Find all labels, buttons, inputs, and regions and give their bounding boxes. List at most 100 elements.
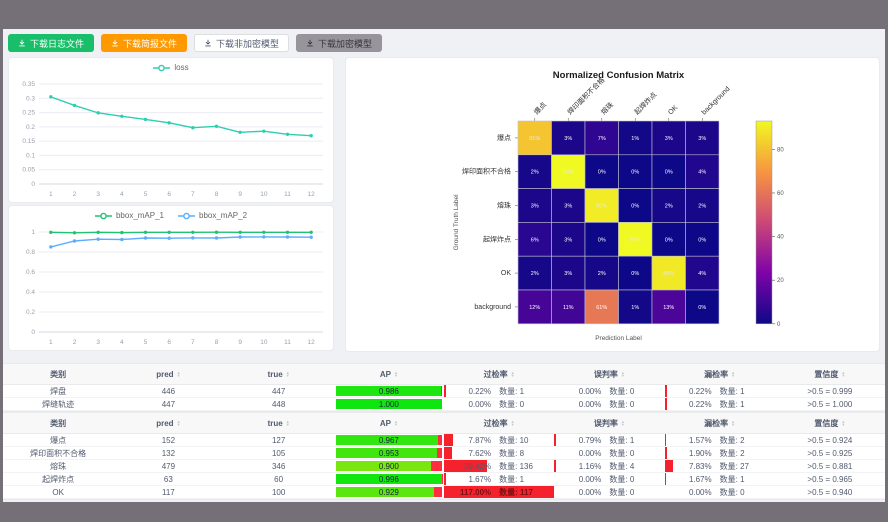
- rate-cell: 0.22%数量: 1: [665, 385, 775, 397]
- column-header-label: AP: [380, 370, 391, 379]
- data-point[interactable]: [191, 231, 194, 234]
- data-point[interactable]: [309, 134, 312, 137]
- colorbar: [756, 121, 772, 324]
- data-point[interactable]: [286, 235, 289, 238]
- matrix-cell-value: 0%: [698, 305, 706, 311]
- download-report-file-button[interactable]: 下载简报文件: [101, 34, 187, 52]
- data-point[interactable]: [96, 238, 99, 241]
- sort-caret-icon[interactable]: ▲▼: [177, 371, 181, 377]
- rate-count: 数量: 0: [720, 487, 760, 498]
- data-point[interactable]: [286, 133, 289, 136]
- data-point[interactable]: [309, 231, 312, 234]
- legend-item-loss[interactable]: loss: [153, 63, 188, 72]
- rate-percent: 1.67%: [459, 475, 491, 484]
- rate-percent: 1.67%: [680, 475, 712, 484]
- data-point[interactable]: [144, 231, 147, 234]
- matrix-cell-value: 0%: [631, 170, 639, 176]
- download-unencrypted-model-button[interactable]: 下载非加密模型: [194, 34, 289, 52]
- sort-caret-icon[interactable]: ▲▼: [511, 420, 515, 426]
- sort-caret-icon[interactable]: ▲▼: [621, 420, 625, 426]
- data-point[interactable]: [73, 231, 76, 234]
- x-tick-label: 7: [191, 191, 195, 198]
- column-header-true: true▲▼: [224, 413, 334, 433]
- data-point[interactable]: [49, 95, 52, 98]
- sort-caret-icon[interactable]: ▲▼: [394, 371, 398, 377]
- sort-caret-icon[interactable]: ▲▼: [286, 371, 290, 377]
- data-point[interactable]: [238, 235, 241, 238]
- table-row: 焊盘4464470.9860.22%数量: 10.00%数量: 00.22%数量…: [3, 385, 885, 398]
- column-header-过检率: 过检率▲▼: [444, 413, 554, 433]
- class-name-cell: 熔珠: [3, 460, 113, 472]
- sort-caret-icon[interactable]: ▲▼: [177, 420, 181, 426]
- data-point[interactable]: [309, 236, 312, 239]
- data-point[interactable]: [238, 131, 241, 134]
- column-header-true: true▲▼: [224, 364, 334, 384]
- colorbar-tick-label: 40: [777, 235, 784, 241]
- data-point[interactable]: [144, 236, 147, 239]
- rate-percent: 0.00%: [459, 400, 491, 409]
- sort-caret-icon[interactable]: ▲▼: [286, 420, 290, 426]
- sort-caret-icon[interactable]: ▲▼: [731, 420, 735, 426]
- column-header-误判率: 误判率▲▼: [554, 413, 664, 433]
- ap-bar: 0.986: [336, 386, 442, 396]
- data-point[interactable]: [215, 231, 218, 234]
- data-point[interactable]: [191, 236, 194, 239]
- data-point[interactable]: [215, 125, 218, 128]
- map-chart-legend: bbox_mAP_1 bbox_mAP_2: [9, 211, 333, 220]
- data-point[interactable]: [73, 104, 76, 107]
- data-point[interactable]: [120, 115, 123, 118]
- column-header-label: 过检率: [484, 418, 508, 429]
- pred-cell: 132: [113, 447, 223, 459]
- data-point[interactable]: [49, 231, 52, 234]
- data-point[interactable]: [191, 126, 194, 129]
- legend-item-bbox_mAP_1[interactable]: bbox_mAP_1: [95, 211, 164, 220]
- x-tick-label: 8: [215, 339, 219, 346]
- sort-caret-icon[interactable]: ▲▼: [731, 371, 735, 377]
- data-point[interactable]: [120, 231, 123, 234]
- sort-caret-icon[interactable]: ▲▼: [621, 371, 625, 377]
- data-point[interactable]: [167, 121, 170, 124]
- rate-cell: 1.90%数量: 2: [665, 447, 775, 459]
- data-point[interactable]: [144, 118, 147, 121]
- matrix-cell-value: 3%: [564, 271, 572, 277]
- legend-label: bbox_mAP_1: [116, 211, 164, 220]
- download-encrypted-model-button[interactable]: 下载加密模型: [296, 34, 382, 52]
- data-point[interactable]: [262, 129, 265, 132]
- download-log-file-button[interactable]: 下载日志文件: [8, 34, 94, 52]
- matrix-cell-value: 3%: [698, 136, 706, 142]
- matrix-cell-value: 3%: [531, 204, 539, 210]
- legend-label: bbox_mAP_2: [199, 211, 247, 220]
- matrix-cell-value: 0%: [598, 237, 606, 243]
- matrix-row-label: 爆点: [497, 133, 511, 142]
- data-point[interactable]: [120, 238, 123, 241]
- matrix-cell-value: 3%: [564, 204, 572, 210]
- data-point[interactable]: [49, 245, 52, 248]
- data-point[interactable]: [96, 111, 99, 114]
- data-point[interactable]: [73, 239, 76, 242]
- legend-label: loss: [174, 63, 188, 72]
- column-header-AP: AP▲▼: [334, 364, 444, 384]
- data-point[interactable]: [262, 231, 265, 234]
- rate-cell: 0.00%数量: 0: [554, 447, 664, 459]
- sort-caret-icon[interactable]: ▲▼: [394, 420, 398, 426]
- pred-cell: 63: [113, 473, 223, 485]
- sort-caret-icon[interactable]: ▲▼: [841, 420, 845, 426]
- data-point[interactable]: [167, 237, 170, 240]
- data-point[interactable]: [167, 231, 170, 234]
- rate-count: 数量: 0: [609, 399, 649, 410]
- data-point[interactable]: [286, 231, 289, 234]
- data-point[interactable]: [96, 231, 99, 234]
- data-point[interactable]: [262, 235, 265, 238]
- x-tick-label: 4: [120, 191, 124, 198]
- sort-caret-icon[interactable]: ▲▼: [511, 371, 515, 377]
- series-line-bbox_mAP_2: [51, 237, 311, 247]
- data-point[interactable]: [215, 236, 218, 239]
- sort-caret-icon[interactable]: ▲▼: [841, 371, 845, 377]
- pred-cell: 447: [113, 398, 223, 410]
- rate-percent: 0.22%: [680, 400, 712, 409]
- legend-item-bbox_mAP_2[interactable]: bbox_mAP_2: [178, 211, 247, 220]
- data-point[interactable]: [238, 231, 241, 234]
- table-header-row: 类别pred▲▼true▲▼AP▲▼过检率▲▼误判率▲▼漏检率▲▼置信度▲▼: [3, 413, 885, 434]
- rate-values: 0.00%数量: 0: [569, 386, 649, 397]
- ap-cell: 0.996: [334, 473, 444, 485]
